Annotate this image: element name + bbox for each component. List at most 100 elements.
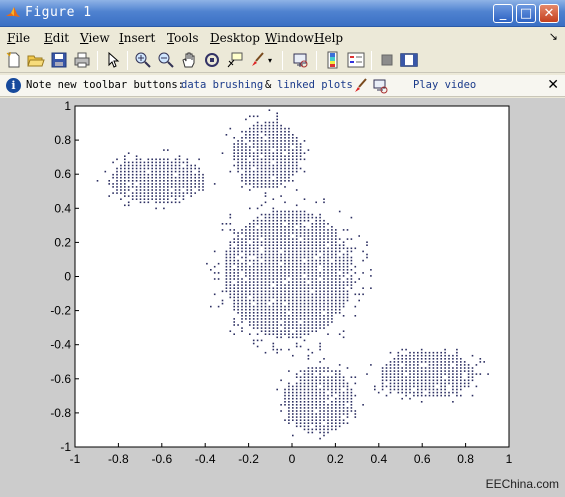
data-point	[342, 284, 345, 286]
data-point	[229, 269, 232, 271]
data-point	[249, 183, 251, 185]
data-point	[256, 244, 259, 246]
data-point	[440, 358, 442, 360]
data-point	[424, 370, 427, 372]
menu-file[interactable]: File	[7, 31, 30, 45]
data-point	[233, 321, 235, 323]
save-icon[interactable]	[50, 51, 68, 69]
data-point	[424, 382, 427, 385]
info-close-icon[interactable]: ✕	[547, 77, 559, 93]
data-point	[327, 416, 329, 418]
data-point	[342, 265, 345, 268]
data-point	[460, 394, 462, 397]
close-button[interactable]: ✕	[539, 4, 559, 23]
data-point	[229, 330, 232, 332]
data-point	[268, 290, 271, 293]
data-point	[288, 155, 290, 157]
data-point	[256, 232, 259, 234]
data-point	[303, 272, 306, 274]
data-point	[311, 385, 314, 388]
data-point	[303, 284, 306, 286]
data-point	[264, 149, 267, 151]
new-file-icon[interactable]	[5, 51, 23, 69]
data-point	[245, 265, 247, 268]
data-point	[377, 391, 380, 394]
data-brushing-link[interactable]: data brushing	[181, 79, 263, 91]
menu-view[interactable]: View	[80, 31, 110, 45]
menu-window[interactable]: Window	[265, 31, 314, 45]
fractal-scatter-plot[interactable]: -1 -0.8 -0.6 -0.4 -0.2 0 0.2 0.4 0.6 0.8 1 10.80.6…	[0, 98, 565, 497]
data-point	[424, 373, 427, 375]
colorbar-icon[interactable]	[324, 51, 342, 69]
maximize-button[interactable]: □	[516, 4, 536, 23]
rotate-3d-icon[interactable]	[203, 51, 221, 69]
data-point	[288, 419, 290, 421]
data-point	[303, 170, 306, 173]
data-point	[327, 388, 329, 391]
data-point	[397, 376, 400, 378]
data-point	[252, 137, 255, 139]
minimize-button[interactable]: _	[493, 4, 513, 23]
data-point	[233, 250, 235, 253]
pointer-arrow-icon[interactable]	[104, 51, 122, 69]
title-bar[interactable]: Figure 1 _ □ ✕	[0, 0, 565, 27]
data-point	[256, 134, 259, 136]
data-point	[350, 256, 353, 259]
data-point	[284, 278, 286, 280]
print-icon[interactable]	[73, 51, 91, 69]
zoom-out-icon[interactable]	[157, 51, 175, 69]
data-point	[335, 284, 337, 286]
zoom-in-icon[interactable]	[134, 51, 152, 69]
data-point	[307, 367, 310, 369]
linked-plots-link[interactable]: linked plots	[277, 79, 353, 91]
data-point	[268, 269, 271, 271]
data-cursor-icon[interactable]	[226, 51, 244, 69]
data-point	[288, 290, 290, 293]
data-point	[323, 404, 325, 406]
data-point	[307, 416, 310, 418]
data-point	[479, 373, 482, 375]
data-point	[295, 253, 298, 256]
data-point	[315, 241, 317, 243]
pan-hand-icon[interactable]	[180, 51, 198, 69]
figure-canvas[interactable]: -1 -0.8 -0.6 -0.4 -0.2 0 0.2 0.4 0.6 0.8 1 1 0.8 0.6…	[0, 98, 565, 497]
data-point	[260, 290, 263, 293]
play-video-link[interactable]: Play video	[413, 79, 476, 91]
data-point	[288, 176, 290, 179]
brush-dropdown-arrow-icon[interactable]: ▾	[268, 56, 276, 74]
data-point	[252, 321, 255, 323]
data-point	[256, 272, 259, 274]
data-point	[167, 167, 169, 170]
show-plot-tools-icon[interactable]	[400, 51, 418, 69]
data-point	[311, 293, 314, 296]
data-point	[327, 333, 329, 335]
data-point	[127, 170, 130, 173]
data-point	[225, 250, 228, 253]
data-point	[155, 201, 157, 204]
data-point	[147, 176, 150, 179]
hide-plot-tools-icon[interactable]	[378, 51, 396, 69]
data-point	[323, 308, 325, 311]
brush-icon[interactable]	[249, 51, 267, 69]
menu-dock-arrow-icon[interactable]: ↘	[549, 30, 558, 43]
link-plot-icon[interactable]	[292, 51, 310, 69]
data-point	[319, 247, 321, 250]
data-point	[319, 410, 321, 412]
legend-icon[interactable]	[347, 51, 365, 69]
data-point	[331, 302, 333, 305]
data-point	[139, 180, 142, 182]
menu-insert[interactable]: Insert	[119, 31, 155, 45]
data-point	[276, 312, 278, 314]
menu-tools[interactable]: Tools	[167, 31, 199, 45]
menu-edit[interactable]: Edit	[44, 31, 69, 45]
data-point	[260, 130, 263, 133]
open-folder-icon[interactable]	[27, 51, 45, 69]
data-point	[323, 235, 325, 237]
menu-desktop[interactable]: Desktop	[210, 31, 260, 45]
data-point	[420, 348, 423, 351]
data-point	[147, 195, 150, 197]
data-point	[362, 287, 364, 289]
data-point	[264, 290, 267, 293]
data-point	[315, 296, 317, 299]
menu-help[interactable]: Help	[314, 31, 343, 45]
